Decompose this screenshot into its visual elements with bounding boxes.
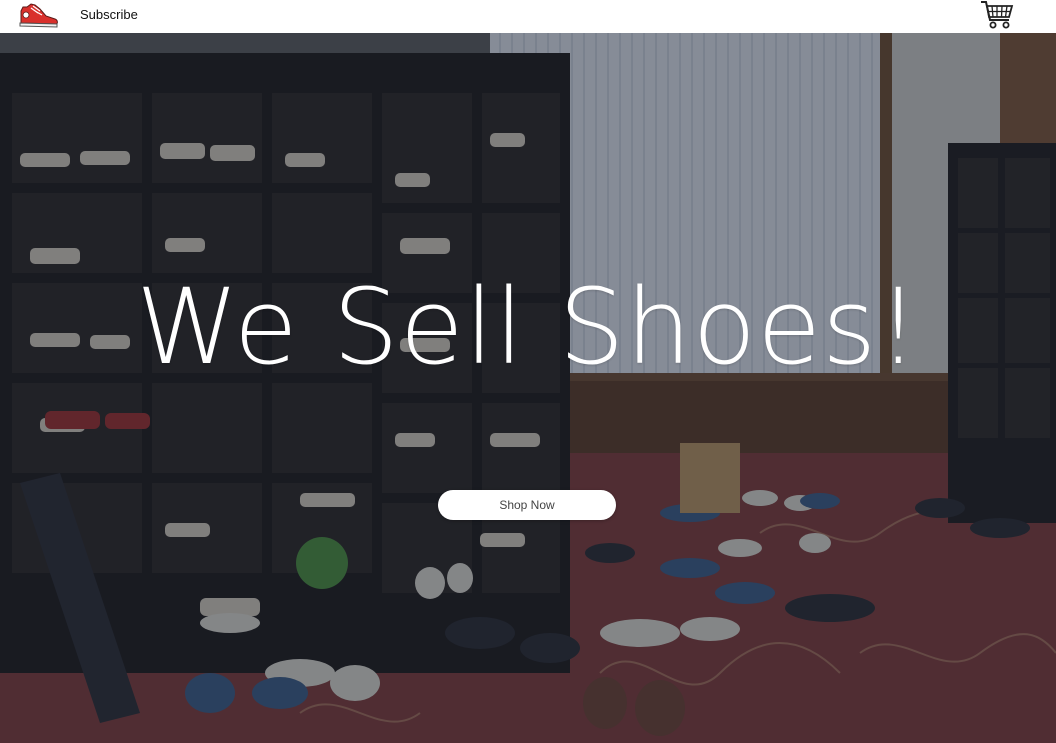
hero-banner: We Sell Shoes! Shop Now — [0, 33, 1056, 743]
hero-title: We Sell Shoes! — [135, 266, 921, 388]
subscribe-link[interactable]: Subscribe — [80, 7, 138, 22]
shopping-cart-icon[interactable] — [980, 0, 1014, 30]
navbar: Subscribe — [0, 0, 1056, 33]
shop-now-button[interactable]: Shop Now — [438, 490, 616, 520]
hero-overlay — [0, 33, 1056, 743]
sneaker-logo-icon[interactable] — [18, 1, 60, 29]
